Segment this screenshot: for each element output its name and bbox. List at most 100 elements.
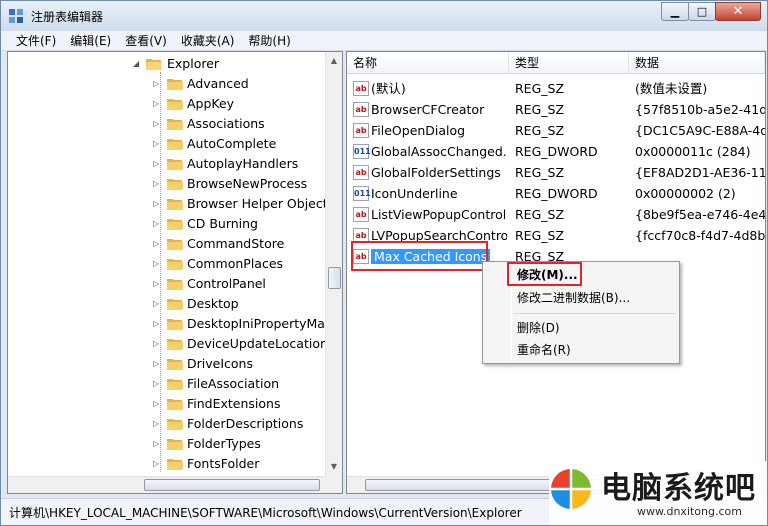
table-row[interactable]: ab ListViewPopupControl REG_SZ {8be9f5ea-e7… — [347, 204, 765, 225]
expand-arrow-icon[interactable]: ▷ — [153, 359, 163, 369]
expand-arrow-icon[interactable]: ▷ — [153, 319, 163, 329]
folder-icon — [167, 219, 183, 230]
table-row[interactable]: 011 GlobalAssocChanged... REG_DWORD 0x00000… — [347, 141, 765, 162]
menu-view[interactable]: 查看(V) — [118, 31, 174, 50]
column-name-header[interactable]: 名称 — [347, 52, 509, 74]
close-button[interactable]: ✕ — [715, 2, 761, 21]
tree-item[interactable]: ▷ FileAssociation — [8, 374, 328, 394]
tree-item[interactable]: ▷ DesktopIniPropertyMap — [8, 314, 333, 334]
tree-item[interactable]: ▷ DeviceUpdateLocations — [8, 334, 334, 354]
value-type-cell: REG_SZ — [515, 207, 565, 222]
value-name-cell: (默认) — [371, 78, 507, 99]
value-type-cell: REG_SZ — [515, 123, 565, 138]
tree-item-label: Advanced — [187, 76, 249, 91]
scroll-up-arrow-icon[interactable]: ▲ — [326, 52, 342, 69]
tree-item[interactable]: ▷ Associations — [8, 114, 328, 134]
tree-item-label: CommonPlaces — [187, 256, 284, 271]
modify-highlight — [507, 262, 582, 286]
tree-item-label: FolderTypes — [187, 436, 261, 451]
table-row[interactable]: 011 IconUnderline REG_DWORD 0x00000002 (2) — [347, 183, 765, 204]
value-name: (默认) — [371, 81, 406, 96]
tree-item[interactable]: ▷ CommonPlaces — [8, 254, 328, 274]
expand-arrow-icon[interactable]: ▷ — [153, 139, 163, 149]
expand-arrow-icon[interactable]: ▷ — [153, 439, 163, 449]
tree-item[interactable]: ▷ CommandStore — [8, 234, 328, 254]
value-data-cell: {57f8510b-a5e2-41da — [635, 102, 765, 117]
tree-item[interactable]: ▷ FontsFolder — [8, 454, 328, 474]
tree-item[interactable]: ▷ FindExtensions — [8, 394, 328, 414]
tree-item[interactable]: ▷ ControlPanel — [8, 274, 328, 294]
tree-item-explorer[interactable]: ◢ Explorer — [8, 54, 328, 74]
table-row[interactable]: ab GlobalFolderSettings REG_SZ {EF8AD2D1-AE… — [347, 162, 765, 183]
folder-icon — [167, 299, 183, 310]
value-data-cell: 0x00000002 (2) — [635, 186, 736, 201]
tree-item-label: Desktop — [187, 296, 239, 311]
tree-item[interactable]: ▷ Desktop — [8, 294, 328, 314]
value-name: BrowserCFCreator — [371, 102, 485, 117]
folder-icon — [167, 199, 183, 210]
tree-item[interactable]: ▷ Browser Helper Objects — [8, 194, 334, 214]
tree-item[interactable]: ▷ BrowseNewProcess — [8, 174, 328, 194]
list-header: 名称 类型 数据 — [347, 52, 765, 74]
menu-item-rename[interactable]: 重命名(R) — [517, 339, 571, 361]
expand-arrow-icon[interactable]: ▷ — [153, 459, 163, 469]
expand-arrow-icon[interactable]: ▷ — [153, 119, 163, 129]
expand-arrow-icon[interactable]: ▷ — [153, 239, 163, 249]
tree-item[interactable]: ▷ AutoComplete — [8, 134, 328, 154]
table-row[interactable]: ab FileOpenDialog REG_SZ {DC1C5A9C-E88A-4dc — [347, 120, 765, 141]
tree-item[interactable]: ▷ CD Burning — [8, 214, 328, 234]
column-type-header[interactable]: 类型 — [509, 52, 629, 74]
expand-arrow-icon[interactable]: ▷ — [153, 259, 163, 269]
expand-arrow-icon[interactable]: ▷ — [153, 79, 163, 89]
expand-arrow-icon[interactable]: ▷ — [153, 159, 163, 169]
table-row[interactable]: ab BrowserCFCreator REG_SZ {57f8510b-a5e2-4… — [347, 99, 765, 120]
expand-arrow-icon[interactable]: ▷ — [153, 299, 163, 309]
expand-arrow-icon[interactable]: ▷ — [153, 199, 163, 209]
tree-item-label: CD Burning — [187, 216, 258, 231]
tree-item-label: Explorer — [167, 56, 220, 71]
table-row[interactable]: ab (默认) REG_SZ (数值未设置) — [347, 78, 765, 99]
scroll-down-arrow-icon[interactable]: ▼ — [326, 458, 342, 475]
tree-vertical-scrollbar[interactable]: ▲ ▼ — [325, 52, 342, 493]
folder-icon — [167, 319, 183, 330]
tree-item[interactable]: ▷ DriveIcons — [8, 354, 328, 374]
value-name-cell: FileOpenDialog — [371, 120, 507, 141]
tree-item[interactable]: ▷ AutoplayHandlers — [8, 154, 328, 174]
value-name-cell: GlobalAssocChanged... — [371, 141, 507, 162]
registry-tree-pane[interactable]: ◢ Explorer ▷ Advanced ▷ AppKey ▷ Associations… — [7, 51, 343, 494]
expand-arrow-icon[interactable]: ▷ — [153, 279, 163, 289]
menu-help[interactable]: 帮助(H) — [241, 31, 297, 50]
menu-file[interactable]: 文件(F) — [9, 31, 63, 50]
window-title: 注册表编辑器 — [31, 10, 104, 24]
column-data-header[interactable]: 数据 — [629, 52, 765, 74]
maximize-button[interactable]: □ — [688, 2, 716, 21]
expand-arrow-icon[interactable]: ▷ — [153, 399, 163, 409]
watermark-url: www.dnxitong.com — [637, 505, 742, 518]
collapse-arrow-icon[interactable]: ◢ — [133, 59, 143, 69]
menu-item-modify-binary[interactable]: 修改二进制数据(B)... — [517, 287, 630, 309]
close-icon: ✕ — [732, 4, 744, 19]
folder-icon — [167, 379, 183, 390]
tree-item[interactable]: ▷ FolderDescriptions — [8, 414, 328, 434]
menu-favorites[interactable]: 收藏夹(A) — [174, 31, 242, 50]
expand-arrow-icon[interactable]: ▷ — [153, 179, 163, 189]
scroll-thumb[interactable] — [328, 267, 341, 289]
tree-item[interactable]: ▷ AppKey — [8, 94, 328, 114]
expand-arrow-icon[interactable]: ▷ — [153, 219, 163, 229]
expand-arrow-icon[interactable]: ▷ — [153, 339, 163, 349]
tree-item-label: AppKey — [187, 96, 235, 111]
value-data-cell: {EF8AD2D1-AE36-11D — [635, 165, 765, 180]
minimize-button[interactable]: ▁ — [661, 2, 689, 21]
title-bar[interactable]: 注册表编辑器 ▁ □ ✕ — [1, 1, 767, 31]
menu-separator — [513, 313, 676, 314]
expand-arrow-icon[interactable]: ▷ — [153, 99, 163, 109]
tree-item[interactable]: ▷ Advanced — [8, 74, 328, 94]
expand-arrow-icon[interactable]: ▷ — [153, 419, 163, 429]
regedit-app-icon — [9, 9, 23, 23]
tree-item[interactable]: ▷ FolderTypes — [8, 434, 328, 454]
scroll-thumb[interactable] — [144, 479, 320, 491]
tree-horizontal-scrollbar[interactable] — [8, 476, 325, 493]
menu-edit[interactable]: 编辑(E) — [63, 31, 118, 50]
menu-item-delete[interactable]: 删除(D) — [517, 317, 560, 339]
expand-arrow-icon[interactable]: ▷ — [153, 379, 163, 389]
